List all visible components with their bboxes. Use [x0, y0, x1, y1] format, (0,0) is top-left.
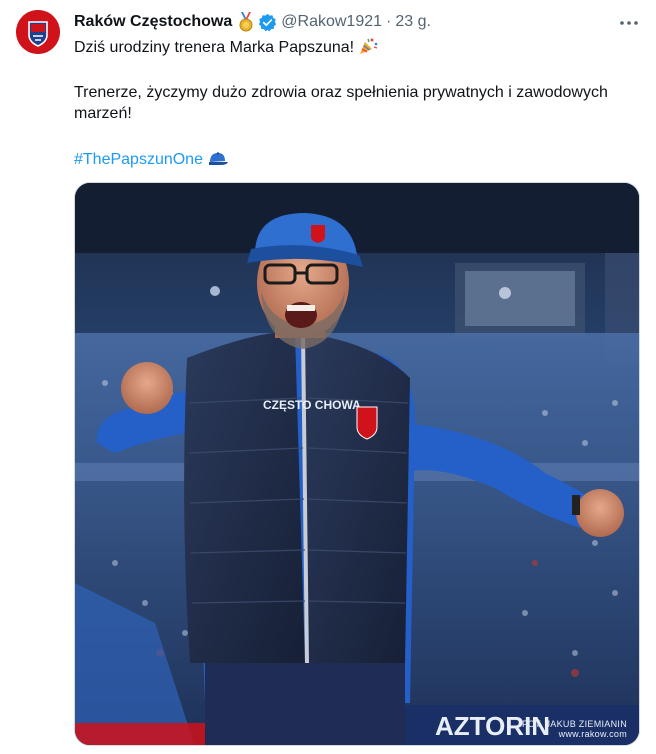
more-options-icon[interactable]	[616, 12, 642, 34]
hashtag-row: #ThePapszunOne	[74, 149, 229, 173]
hashtag-link[interactable]: #ThePapszunOne	[74, 151, 203, 168]
tweet-line-2: Trenerze, życzymy dużo zdrowia oraz speł…	[74, 84, 608, 122]
club-crest-icon	[16, 10, 60, 54]
coach-celebration-image: AZTORIN CZĘSTO CHOWA	[75, 183, 639, 745]
tweet-line-1-text: Dziś urodziny trenera Marka Papszuna!	[74, 39, 355, 56]
photo-credit: FOT. JAKUB ZIEMIANIN www.rakow.com	[522, 719, 627, 739]
avatar[interactable]	[16, 10, 60, 54]
tweet-photo[interactable]: AZTORIN CZĘSTO CHOWA FOT. JAKUB ZIEMIANI…	[74, 182, 640, 746]
photo-credit-author: FOT. JAKUB ZIEMIANIN	[521, 719, 627, 729]
author-name[interactable]: Raków Częstochowa	[74, 13, 232, 31]
tweet-line-1: Dziś urodziny trenera Marka Papszuna!	[74, 37, 378, 61]
medal-icon	[237, 12, 255, 32]
jacket-text: CZĘSTO CHOWA	[263, 398, 361, 412]
party-popper-icon	[358, 37, 378, 61]
verified-badge-icon	[258, 13, 277, 32]
blue-cap-icon	[207, 151, 229, 173]
separator-dot: ·	[386, 13, 392, 30]
tweet-card: Raków Częstochowa @Rakow1921 · 23 g. Dzi…	[0, 0, 656, 754]
tweet-header: Raków Częstochowa @Rakow1921 · 23 g.	[74, 11, 431, 33]
tweet-timestamp[interactable]: 23 g.	[395, 13, 431, 31]
photo-credit-site: www.rakow.com	[558, 729, 627, 739]
author-handle[interactable]: @Rakow1921	[281, 13, 382, 31]
